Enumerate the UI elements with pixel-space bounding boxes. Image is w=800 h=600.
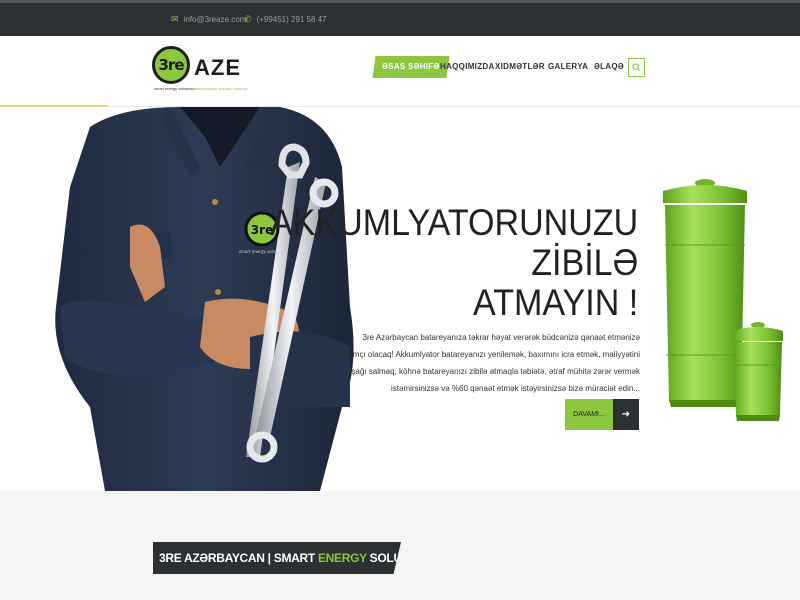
nav-item-home[interactable]: Əsas səhifə xyxy=(372,56,450,78)
phone-text: (+99451) 291 58 47 xyxy=(256,15,327,24)
hero-title: AKKUMLYATORUNUZU ZİBİLƏ ATMAYIN ! xyxy=(269,202,638,323)
topbar-email[interactable]: ✉ info@3reaze.com xyxy=(171,14,246,25)
search-icon xyxy=(632,63,641,72)
search-button[interactable] xyxy=(628,58,645,77)
nav-item-about[interactable]: Haqqımızda xyxy=(440,56,495,78)
intro-section: 3RE AZƏRBAYCAN | SMART ENERGY SOLUTIONS xyxy=(0,491,800,600)
read-more-label: DAVAMI... xyxy=(573,411,605,418)
nav-item-services[interactable]: Xidmətlər xyxy=(495,56,545,78)
section-banner: 3RE AZƏRBAYCAN | SMART ENERGY SOLUTIONS xyxy=(153,542,401,574)
logo-mark: 3re xyxy=(152,46,190,84)
top-bar: ✉ info@3reaze.com ✆ (+99451) 291 58 47 xyxy=(0,0,800,36)
mail-icon: ✉ xyxy=(171,14,179,24)
email-text: info@3reaze.com xyxy=(183,15,247,24)
read-more-button[interactable]: DAVAMI... ➔ xyxy=(565,399,639,430)
logo-word: AZE xyxy=(194,55,241,80)
arrow-right-icon: ➔ xyxy=(613,399,639,430)
topbar-phone[interactable]: ✆ (+99451) 291 58 47 xyxy=(244,14,327,25)
phone-icon: ✆ xyxy=(244,14,252,24)
nav-item-gallery[interactable]: Galerya xyxy=(548,56,588,78)
section-banner-text: 3RE AZƏRBAYCAN | SMART ENERGY SOLUTIONS xyxy=(159,551,437,565)
header: 3re AZE smart energy solutions akkumulya… xyxy=(0,36,800,106)
hero-section: 3re smart energy solutions AKKUMLYATORUN… xyxy=(0,107,800,491)
nav-item-contact[interactable]: Əlaqə xyxy=(594,56,624,78)
trash-bins-image xyxy=(663,179,783,421)
logo[interactable]: 3re AZE smart energy solutions akkumulya… xyxy=(152,46,262,94)
logo-tagline: smart energy solutions xyxy=(154,86,195,91)
hero-description: 3re Azərbaycan batareyanıza təkrar həyat… xyxy=(335,333,641,393)
logo-tagline-secondary: akkumulyator bərpası mərkəzi xyxy=(194,86,248,91)
